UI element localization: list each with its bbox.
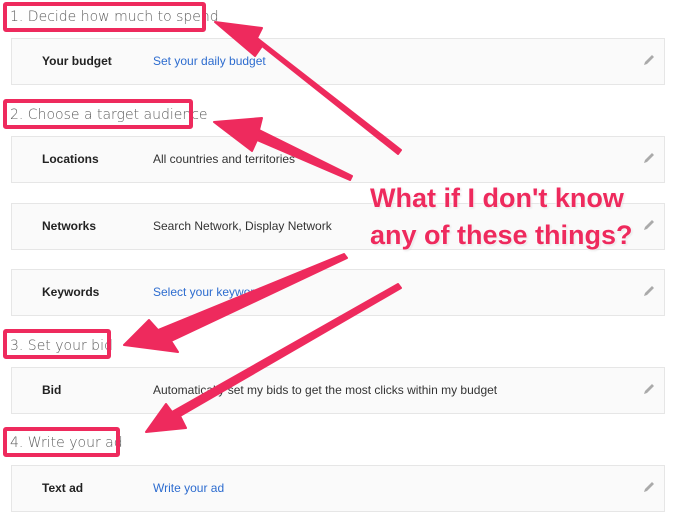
annotation-callout: What if I don't know any of these things… [370,180,633,254]
arrow-to-section-2 [213,117,353,181]
arrow-to-section-4 [145,283,402,433]
annotation-arrows [123,21,402,433]
callout-line-2: any of these things? [370,220,633,250]
callout-line-1: What if I don't know [370,183,624,213]
